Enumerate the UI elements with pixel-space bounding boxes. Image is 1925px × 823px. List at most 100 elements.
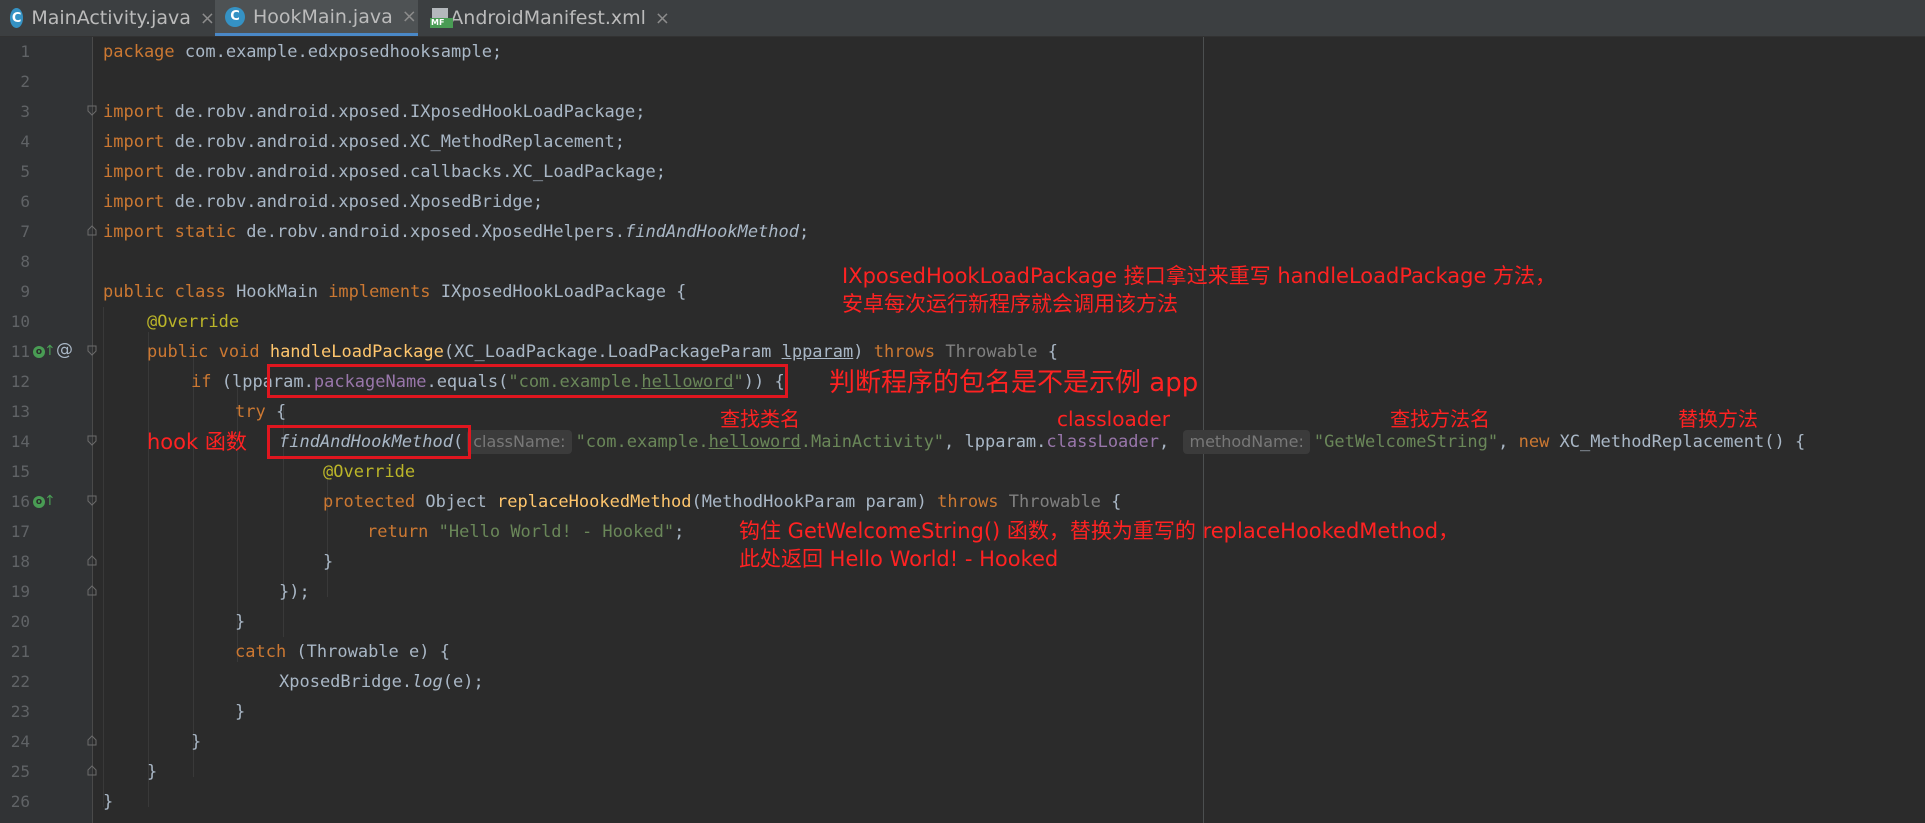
line-number: 20 [10,612,30,631]
code-text: } [235,612,246,632]
line-number: 14 [10,432,30,451]
code-text: try { [235,402,287,422]
annotation-note-interface: IXposedHookLoadPackage 接口拿过来重写 handleLoa… [842,264,1557,316]
line-number: 10 [10,312,30,331]
code-line: 24 } [0,727,1925,757]
code-editor[interactable]: 1 package com.example.edxposedhooksample… [0,37,1925,823]
tab-label: AndroidManifest.xml [450,7,646,29]
code-text: public class HookMain implements IXposed… [103,282,687,302]
line-number: 3 [20,102,30,121]
close-icon[interactable]: × [200,8,215,29]
line-number: 6 [20,192,30,211]
code-text: } [103,792,114,812]
fold-close-icon[interactable] [87,555,97,566]
annotation-note-find-method: 查找方法名 [1390,407,1490,431]
line-number: 21 [10,642,30,661]
code-line: 3 import de.robv.android.xposed.IXposedH… [0,97,1925,127]
code-line: 1 package com.example.edxposedhooksample… [0,37,1925,67]
fold-close-icon[interactable] [87,735,97,746]
highlight-box-find-and-hook [267,425,471,459]
line-number: 7 [20,222,30,241]
code-text: import static de.robv.android.xposed.Xpo… [103,222,810,242]
line-number: 4 [20,132,30,151]
line-number: 5 [20,162,30,181]
code-line: 6 import de.robv.android.xposed.XposedBr… [0,187,1925,217]
fold-close-icon[interactable] [87,225,97,236]
annotation-note-classloader: classloader [1057,407,1170,431]
annotation-icon[interactable]: @ [56,340,73,360]
line-number: 15 [10,462,30,481]
code-text: import de.robv.android.xposed.IXposedHoo… [103,102,646,122]
close-icon[interactable]: × [655,8,670,29]
code-line: 5 import de.robv.android.xposed.callback… [0,157,1925,187]
annotation-note-package: 判断程序的包名是不是示例 app [829,368,1199,398]
code-line: 2 [0,67,1925,97]
highlight-box-package-check [267,364,788,398]
line-number: 19 [10,582,30,601]
line-number: 17 [10,522,30,541]
line-number: 11 [10,342,30,361]
fold-open-icon[interactable] [87,105,97,116]
fold-open-icon[interactable] [87,495,97,506]
param-hint-methodname: methodName: [1183,430,1310,454]
code-text: } [191,732,202,752]
fold-close-icon[interactable] [87,765,97,776]
code-text: XposedBridge.log(e); [279,672,484,692]
code-line: 21 catch (Throwable e) { [0,637,1925,667]
fold-open-icon[interactable] [87,345,97,356]
java-class-icon: C [225,6,245,27]
code-text: } [147,762,158,782]
code-text: import de.robv.android.xposed.XposedBrid… [103,192,544,212]
line-number: 9 [20,282,30,301]
annotation-note-find-class: 查找类名 [720,407,800,431]
code-line: 7 import static de.robv.android.xposed.X… [0,217,1925,247]
annotation-note-replace: 替换方法 [1678,407,1758,431]
tab-label: HookMain.java [253,5,393,28]
code-text: package com.example.edxposedhooksample; [103,42,503,62]
line-number: 16 [10,492,30,511]
code-line: 15 @Override [0,457,1925,487]
tab-hookmain[interactable]: C HookMain.java × [215,0,418,36]
code-text: public void handleLoadPackage(XC_LoadPac… [147,342,1059,362]
line-number: 13 [10,402,30,421]
code-text: protected Object replaceHookedMethod(Met… [323,492,1122,512]
editor-tab-bar: C MainActivity.java × C HookMain.java × … [0,0,1925,37]
code-line: 20 } [0,607,1925,637]
tab-androidmanifest[interactable]: MF AndroidManifest.xml × [420,0,670,36]
fold-open-icon[interactable] [87,435,97,446]
code-text: return "Hello World! - Hooked"; [367,522,685,542]
code-line: 19 }); [0,577,1925,607]
line-number: 18 [10,552,30,571]
code-line: 16 o ↑ protected Object replaceHookedMet… [0,487,1925,517]
code-line: 4 import de.robv.android.xposed.XC_Metho… [0,127,1925,157]
code-line: 13 try { [0,397,1925,427]
tab-label: MainActivity.java [31,7,191,29]
code-text: @Override [323,462,416,482]
line-number: 2 [20,72,30,91]
code-text: } [235,702,246,722]
code-text: import de.robv.android.xposed.callbacks.… [103,162,666,182]
line-number: 25 [10,762,30,781]
code-text: } [323,552,334,572]
code-text: }); [279,582,310,602]
code-line: 25 } [0,757,1925,787]
close-icon[interactable]: × [402,6,417,27]
annotation-note-hook-fn: hook 函数 [147,430,247,454]
fold-close-icon[interactable] [87,585,97,596]
line-number: 23 [10,702,30,721]
code-text: @Override [147,312,240,332]
arrow-up-icon: ↑ [44,343,56,359]
code-line: 22 XposedBridge.log(e); [0,667,1925,697]
arrow-up-icon: ↑ [44,493,56,509]
code-text: findAndHookMethod(className: "com.example… [279,430,1806,454]
tab-mainactivity[interactable]: C MainActivity.java × [0,0,215,36]
annotation-note-hooked: 钩住 GetWelcomeString() 函数，替换为重写的 replaceH… [739,519,1460,571]
line-number: 1 [20,42,30,61]
code-text: catch (Throwable e) { [235,642,450,662]
line-number: 8 [20,252,30,271]
manifest-icon: MF [430,8,453,28]
java-class-icon: C [10,8,24,28]
param-hint-classname: className: [467,430,572,454]
line-number: 24 [10,732,30,751]
line-number: 22 [10,672,30,691]
